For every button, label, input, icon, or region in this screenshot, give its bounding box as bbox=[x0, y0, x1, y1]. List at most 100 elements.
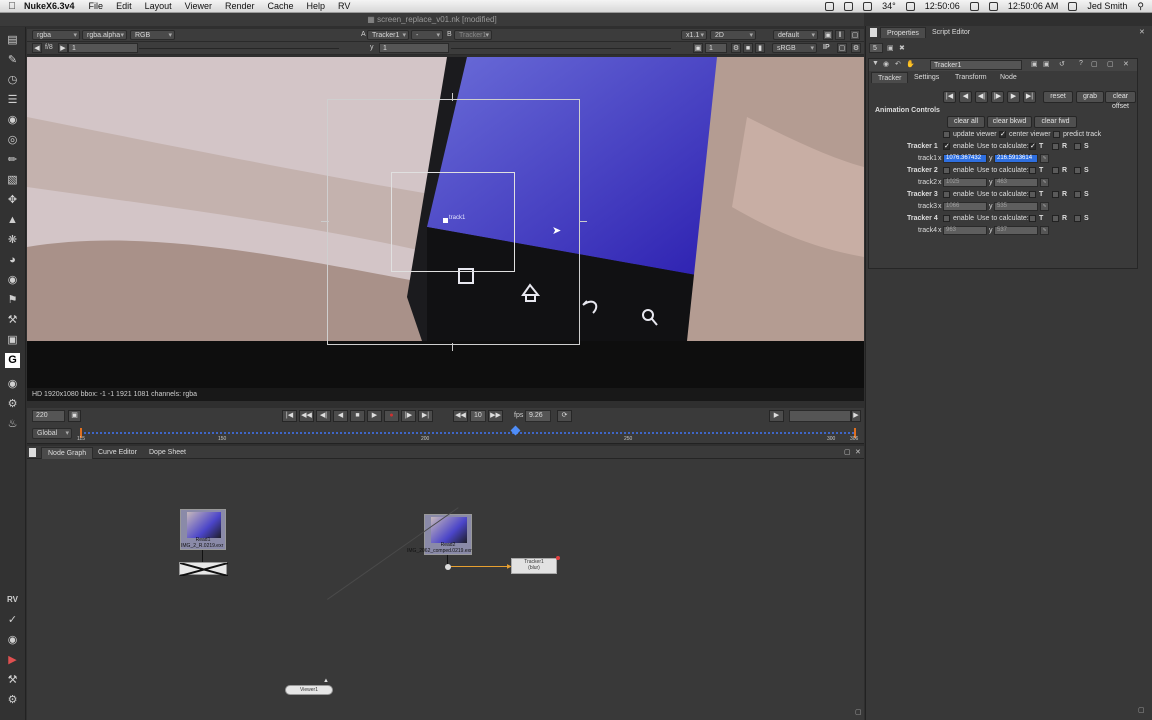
volume-icon[interactable] bbox=[988, 1, 998, 11]
menu-edit[interactable]: Edit bbox=[116, 1, 132, 11]
minimize-node-icon[interactable]: ▢ bbox=[1107, 60, 1114, 68]
transform-tools-icon[interactable]: ✥ bbox=[5, 193, 20, 208]
lut-dropdown[interactable]: default bbox=[773, 30, 818, 40]
tracker-4-S-checkbox[interactable] bbox=[1074, 215, 1081, 222]
predict-track-checkbox[interactable] bbox=[1053, 131, 1060, 138]
gain-field[interactable]: 1 bbox=[68, 43, 138, 53]
tracker-center-point[interactable] bbox=[443, 218, 448, 223]
view-icon[interactable]: ◉ bbox=[5, 633, 20, 648]
settings-gear-icon[interactable]: ⚙ bbox=[5, 693, 20, 708]
wrench-icon[interactable]: ⚒ bbox=[5, 673, 20, 688]
cpu-time-readout[interactable]: 12:50:06 bbox=[925, 1, 960, 11]
dropbox-icon[interactable] bbox=[844, 1, 854, 11]
track4-y-field[interactable]: 537 bbox=[994, 226, 1038, 235]
zoom-dropdown[interactable]: x1.1 bbox=[681, 30, 707, 40]
navigator-corner-icon[interactable]: ▢ bbox=[855, 708, 862, 716]
battery-icon[interactable] bbox=[1068, 1, 1078, 11]
time-tools-icon[interactable]: ◷ bbox=[5, 73, 20, 88]
properties-menu-icon[interactable] bbox=[870, 28, 877, 37]
collapse-icon[interactable]: ▼ bbox=[872, 60, 879, 67]
tracker-4-enable-checkbox[interactable] bbox=[943, 215, 950, 222]
flipbook-viewer-icon[interactable]: ▶ bbox=[769, 410, 784, 422]
max-panels-field[interactable]: 5 bbox=[869, 43, 883, 53]
bluetooth-icon[interactable] bbox=[863, 1, 873, 11]
node-tab-transform[interactable]: Transform bbox=[949, 72, 993, 83]
track4-animation-menu-icon[interactable]: ∿ bbox=[1040, 226, 1049, 235]
node-graph-canvas[interactable]: Read1 IMG_2_R.0219.exr Read2 IMG_2062_co… bbox=[27, 459, 864, 720]
fps-field[interactable]: 9.26 bbox=[525, 410, 551, 422]
lock-panels-icon[interactable]: ▣ bbox=[887, 44, 894, 52]
bucket-tools-icon[interactable]: ♨ bbox=[5, 417, 20, 432]
node-gl-color-icon[interactable]: ▣ bbox=[1043, 60, 1050, 68]
tracker-4-R-checkbox[interactable] bbox=[1052, 215, 1059, 222]
gain-slider[interactable] bbox=[139, 48, 339, 49]
color-tools-icon[interactable]: ◉ bbox=[5, 113, 20, 128]
tracker-handle-bottom[interactable] bbox=[452, 343, 453, 351]
viewer-settings-icon[interactable]: ⚙ bbox=[851, 43, 861, 53]
particle-tools-icon[interactable]: ❋ bbox=[5, 233, 20, 248]
draw-tools-icon[interactable]: ✎ bbox=[5, 53, 20, 68]
timeline[interactable]: Global 115 150 200 250 300 306 bbox=[27, 424, 864, 444]
tracker-2-S-checkbox[interactable] bbox=[1074, 167, 1081, 174]
frame-range-field[interactable] bbox=[789, 410, 851, 422]
track-to-start-icon[interactable]: |◀ bbox=[943, 91, 956, 103]
grab-button[interactable]: grab bbox=[1076, 91, 1104, 103]
wifi-icon[interactable] bbox=[969, 1, 979, 11]
clear-fwd-button[interactable]: clear fwd bbox=[1034, 116, 1077, 128]
ofx-tools-icon[interactable]: ⚙ bbox=[5, 397, 20, 412]
check-icon[interactable]: ✓ bbox=[5, 613, 20, 628]
user-name[interactable]: Jed Smith bbox=[1087, 1, 1127, 11]
float-graph-icon[interactable]: ▢ bbox=[844, 448, 851, 456]
pause-icon[interactable]: ‖ bbox=[835, 30, 845, 40]
channel-set-dropdown[interactable]: rgba bbox=[32, 30, 80, 40]
track1-y-field[interactable]: 216.5913614 bbox=[994, 154, 1038, 163]
channel-tools-icon[interactable]: ☰ bbox=[5, 93, 20, 108]
track3-y-field[interactable]: 535 bbox=[994, 202, 1038, 211]
record-frame-icon[interactable]: ● bbox=[384, 410, 399, 422]
float-panel-icon[interactable]: ▢ bbox=[850, 30, 860, 40]
tracker-4-T-checkbox[interactable] bbox=[1029, 215, 1036, 222]
tracker-1-S-checkbox[interactable] bbox=[1074, 143, 1081, 150]
track2-x-field[interactable]: 1025 bbox=[943, 178, 987, 187]
go-last-frame-icon[interactable]: ▶| bbox=[418, 410, 433, 422]
network-icon[interactable] bbox=[905, 1, 915, 11]
views-tools-icon[interactable]: ◕ bbox=[5, 253, 20, 268]
stop-icon[interactable]: ■ bbox=[350, 410, 365, 422]
merge-tools-icon[interactable]: ▧ bbox=[5, 173, 20, 188]
roi-icon[interactable]: ⚙ bbox=[731, 43, 741, 53]
colorspace-dropdown[interactable]: sRGB bbox=[772, 43, 817, 53]
close-properties-icon[interactable]: ✕ bbox=[1139, 28, 1145, 36]
apple-menu-icon[interactable]:  bbox=[0, 1, 24, 12]
temperature-readout[interactable]: 34° bbox=[882, 1, 896, 11]
image-tools-icon[interactable]: ▤ bbox=[5, 33, 20, 48]
track-next-icon[interactable]: ▶ bbox=[1007, 91, 1020, 103]
play-backward-icon[interactable]: ◀ bbox=[333, 410, 348, 422]
track1-animation-menu-icon[interactable]: ∿ bbox=[1040, 154, 1049, 163]
help-question-icon[interactable]: ? bbox=[1079, 60, 1083, 67]
node-color-icon[interactable]: ◉ bbox=[883, 60, 889, 68]
input-process-label[interactable]: IP bbox=[823, 43, 830, 53]
track2-animation-menu-icon[interactable]: ∿ bbox=[1040, 178, 1049, 187]
tracker-3-R-checkbox[interactable] bbox=[1052, 191, 1059, 198]
dot-node[interactable] bbox=[445, 564, 451, 570]
clear-panels-icon[interactable]: ✖ bbox=[899, 44, 905, 52]
skip-back-increment-icon[interactable]: ◀◀ bbox=[453, 410, 468, 422]
node-tile-color-icon[interactable]: ▣ bbox=[1031, 60, 1038, 68]
alpha-channel-dropdown[interactable]: rgba.alpha bbox=[82, 30, 127, 40]
frame-step-forward-icon[interactable]: ▶ bbox=[58, 43, 68, 53]
read1-node[interactable]: Read1 IMG_2_R.0219.exr bbox=[180, 509, 226, 550]
rv-label[interactable]: RV bbox=[5, 592, 20, 607]
filter-tools-icon[interactable]: ◎ bbox=[5, 133, 20, 148]
tracker-1-enable-checkbox[interactable] bbox=[943, 142, 950, 150]
node-tab-node[interactable]: Node bbox=[994, 72, 1023, 83]
panel-menu-icon[interactable] bbox=[29, 448, 36, 457]
go-first-frame-icon[interactable]: |◀ bbox=[282, 410, 297, 422]
revert-icon[interactable]: ↺ bbox=[1059, 60, 1065, 68]
clear-offset-button[interactable]: clear offset bbox=[1105, 91, 1136, 110]
track2-y-field[interactable]: 463 bbox=[994, 178, 1038, 187]
clear-bkwd-button[interactable]: clear bkwd bbox=[987, 116, 1032, 128]
tracker-3-T-checkbox[interactable] bbox=[1029, 191, 1036, 198]
3d-tools-icon[interactable]: ▲ bbox=[5, 213, 20, 228]
play-forward-icon[interactable]: ▶ bbox=[367, 410, 382, 422]
frame-step-back-icon[interactable]: ◀ bbox=[32, 43, 42, 53]
